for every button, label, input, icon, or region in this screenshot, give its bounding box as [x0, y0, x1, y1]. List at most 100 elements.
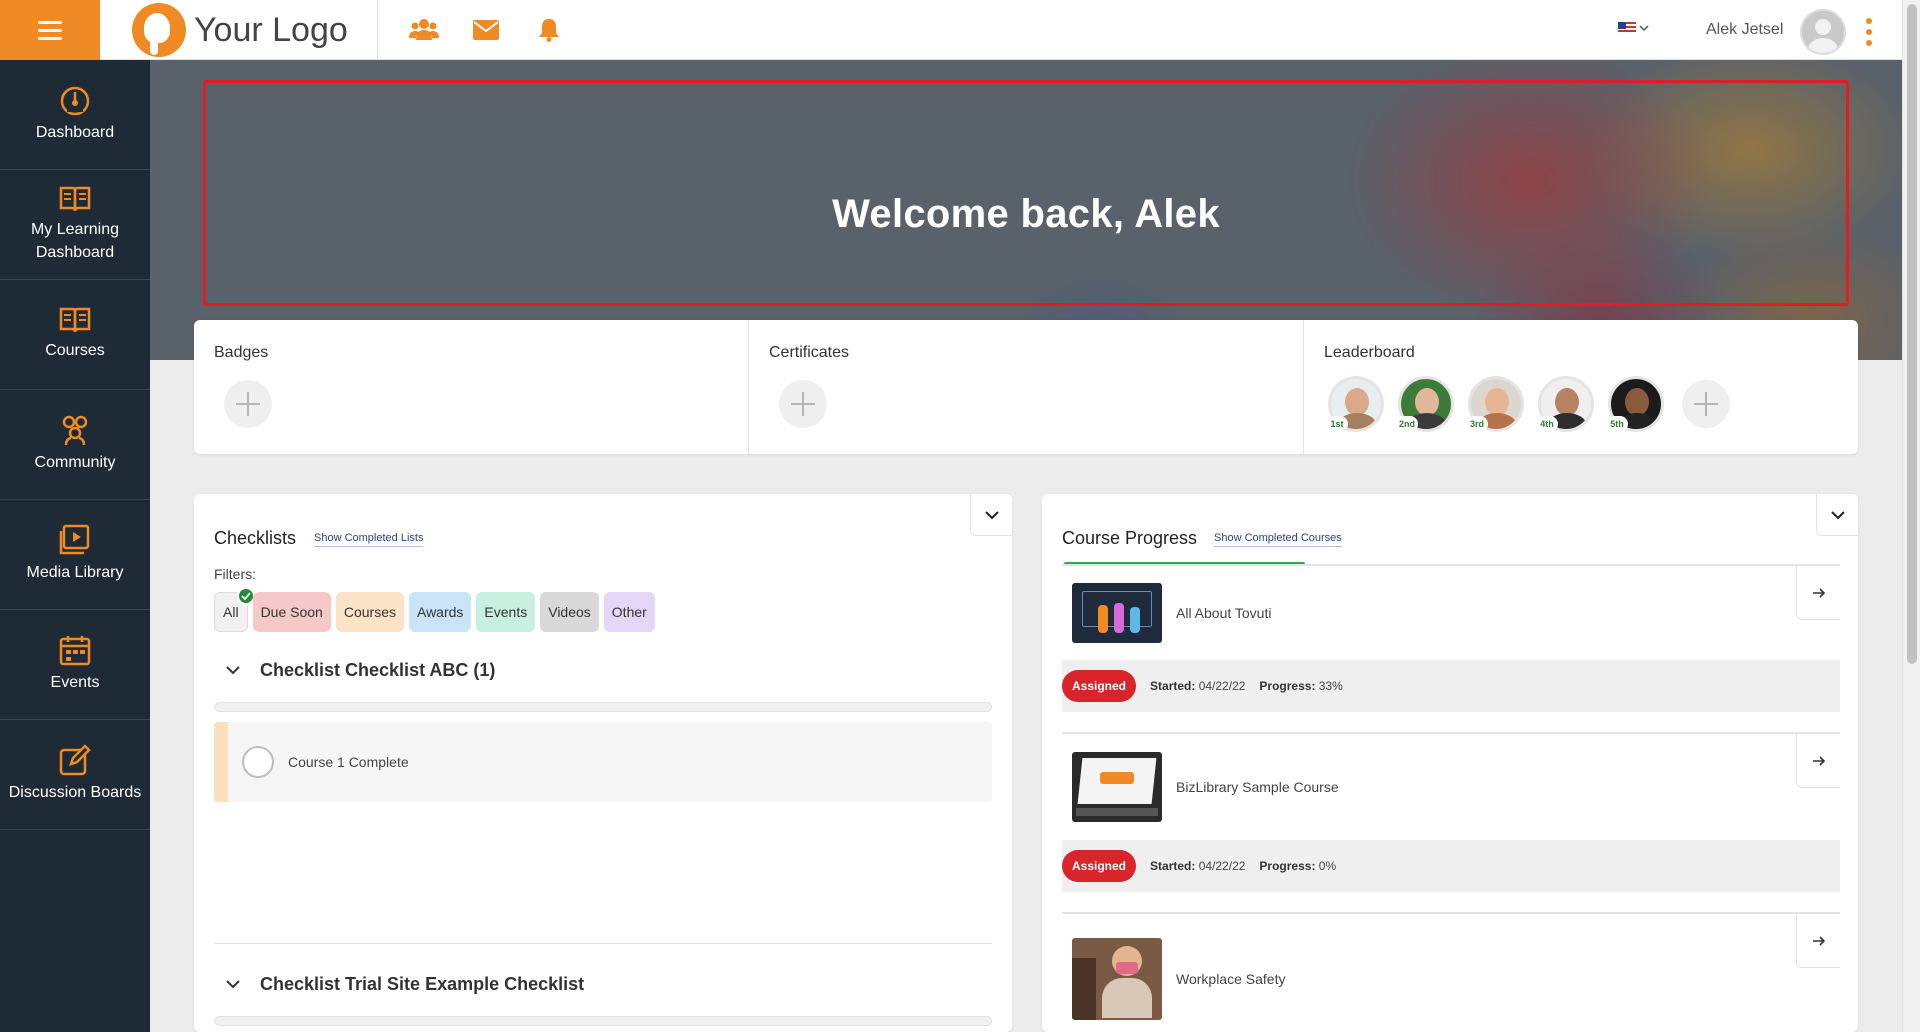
assigned-badge: Assigned	[1062, 670, 1137, 702]
add-badge-button[interactable]	[224, 380, 272, 428]
check-icon	[236, 587, 255, 605]
assigned-badge: Assigned	[1062, 850, 1137, 882]
media-library-icon	[59, 525, 90, 555]
open-course-button[interactable]	[1796, 914, 1840, 968]
checklist-group-title: Checklist Checklist ABC (1)	[260, 659, 496, 680]
sidebar-item-label: Media Library	[26, 564, 124, 582]
achievements-card: Badges Certificates Leaderboard 1st 2nd …	[194, 320, 1858, 454]
sidebar-item-discussion-boards[interactable]: Discussion Boards	[0, 720, 150, 830]
sidebar-item-media-library[interactable]: Media Library	[0, 500, 150, 610]
chevron-down-icon	[1639, 25, 1649, 32]
calendar-icon	[59, 636, 91, 666]
rank-badge: 5th	[1606, 416, 1628, 432]
chevron-down-icon	[226, 980, 240, 989]
filter-chip-label: Due Soon	[260, 604, 323, 620]
hamburger-icon-bar	[38, 20, 62, 24]
sidebar-item-courses[interactable]: Courses	[0, 280, 150, 390]
certificates-title: Certificates	[769, 344, 850, 361]
course-main[interactable]: Workplace Safety	[1062, 914, 1840, 1032]
arrow-right-icon	[1812, 587, 1825, 598]
welcome-banner: Welcome back, Alek	[150, 60, 1902, 360]
filter-chip-label: All	[223, 604, 239, 620]
mail-icon[interactable]	[470, 14, 502, 46]
bell-icon[interactable]	[533, 14, 565, 46]
badges-section: Badges	[194, 320, 748, 454]
hamburger-icon-bar	[38, 36, 62, 40]
checklist-group-header[interactable]: Checklist Trial Site Example Checklist	[214, 964, 992, 1004]
rank-badge: 1st	[1326, 416, 1348, 432]
badges-title: Badges	[214, 344, 269, 361]
filter-chip-events[interactable]: Events	[476, 592, 536, 632]
community-icon	[62, 416, 88, 446]
filter-chip-due-soon[interactable]: Due Soon	[252, 592, 331, 632]
logo[interactable]: Your Logo	[132, 3, 348, 57]
more-options-kebab-icon[interactable]	[1866, 18, 1872, 46]
course-progress-title: Course Progress	[1062, 528, 1198, 548]
checklist-group-title: Checklist Trial Site Example Checklist	[260, 973, 585, 994]
course-progress-card: Course Progress Show Completed Courses A…	[1042, 494, 1858, 1032]
user-name[interactable]: Alek Jetsel	[1706, 21, 1783, 39]
sidebar-item-dashboard[interactable]: Dashboard	[0, 60, 150, 170]
sidebar-item-label: My Learning Dashboard	[30, 221, 120, 261]
open-course-button[interactable]	[1796, 734, 1840, 788]
leaderboard-title: Leaderboard	[1324, 344, 1415, 361]
topbar-divider	[377, 0, 378, 60]
filter-chip-label: Videos	[548, 604, 591, 620]
course-row: BizLibrary Sample Course Assigned Starte…	[1062, 732, 1840, 892]
menu-toggle-button[interactable]	[0, 0, 100, 60]
sidebar-item-label: Events	[50, 674, 100, 692]
chevron-down-icon	[984, 510, 999, 519]
scrollbar-thumb[interactable]	[1907, 4, 1917, 664]
leaderboard-add-button[interactable]	[1682, 380, 1730, 428]
sidebar-item-label: Courses	[45, 342, 105, 360]
open-course-button[interactable]	[1796, 566, 1840, 620]
add-certificate-button[interactable]	[779, 380, 827, 428]
sidebar-item-label: Discussion Boards	[8, 784, 142, 802]
filter-chip-courses[interactable]: Courses	[335, 592, 404, 632]
user-avatar[interactable]	[1800, 9, 1846, 55]
sidebar: Dashboard My Learning Dashboard Courses …	[0, 60, 150, 1032]
language-selector[interactable]	[1618, 22, 1649, 34]
sidebar-item-my-learning-dashboard[interactable]: My Learning Dashboard	[0, 170, 150, 280]
checklists-title: Checklists	[214, 528, 297, 548]
course-name: All About Tovuti	[1176, 605, 1272, 621]
checklist-group-header[interactable]: Checklist Checklist ABC (1)	[214, 650, 992, 690]
show-completed-courses-link[interactable]: Show Completed Courses	[1214, 532, 1342, 547]
filter-chip-all[interactable]: All	[214, 587, 255, 632]
filter-chip-videos[interactable]: Videos	[540, 592, 599, 632]
rank-badge: 4th	[1536, 416, 1558, 432]
chevron-down-icon	[1830, 510, 1845, 519]
sidebar-item-label: Community	[34, 454, 116, 472]
page-scrollbar[interactable]	[1902, 0, 1920, 1032]
course-meta: Assigned Started: 04/22/22 Progress: 33%	[1062, 660, 1840, 712]
course-main[interactable]: All About Tovuti	[1062, 566, 1840, 660]
collapse-course-progress-button[interactable]	[1816, 494, 1858, 536]
checklists-card: Checklists Show Completed Lists Filters:…	[194, 494, 1012, 1032]
course-thumbnail	[1072, 752, 1162, 822]
filter-chips: All Due Soon Courses Awards Events Video…	[214, 587, 655, 632]
certificates-section: Certificates	[748, 320, 1303, 454]
filter-chip-label: Awards	[416, 604, 464, 620]
chevron-down-icon	[226, 666, 240, 675]
show-completed-lists-link[interactable]: Show Completed Lists	[314, 532, 424, 547]
arrow-right-icon	[1812, 935, 1825, 946]
top-bar: Your Logo Alek Jetsel	[0, 0, 1902, 60]
elephant-logo-icon	[132, 3, 186, 57]
course-main[interactable]: BizLibrary Sample Course	[1062, 734, 1840, 840]
filter-chip-other[interactable]: Other	[603, 592, 655, 632]
welcome-title: Welcome back, Alek	[832, 192, 1220, 236]
rank-badge: 3rd	[1466, 416, 1488, 432]
course-thumbnail	[1072, 938, 1162, 1020]
sidebar-item-community[interactable]: Community	[0, 390, 150, 500]
logo-text: Your Logo	[194, 10, 348, 49]
filter-chip-awards[interactable]: Awards	[408, 592, 472, 632]
checklist-item-checkbox[interactable]	[242, 746, 274, 778]
collapse-checklists-button[interactable]	[970, 494, 1012, 536]
checklist-progress-bar	[214, 1016, 992, 1026]
course-progress: Progress: 33%	[1259, 679, 1343, 693]
filters-label: Filters:	[214, 566, 256, 582]
course-started: Started: 04/22/22	[1150, 859, 1246, 873]
users-icon[interactable]	[408, 14, 440, 46]
course-row: Workplace Safety	[1062, 912, 1840, 1032]
sidebar-item-events[interactable]: Events	[0, 610, 150, 720]
